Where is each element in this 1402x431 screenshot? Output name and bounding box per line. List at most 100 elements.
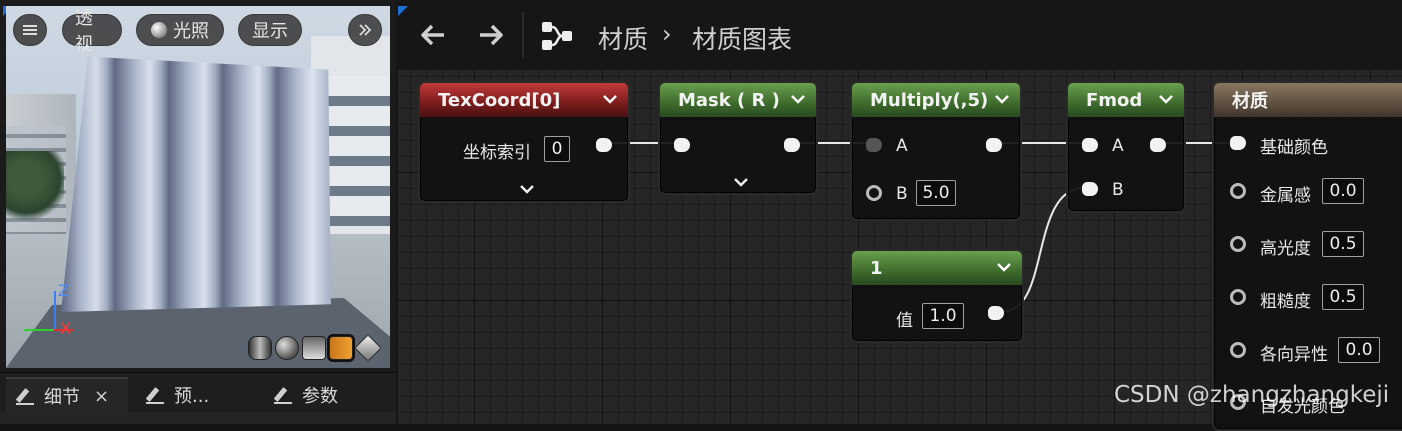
tab-parameters[interactable]: 参数 (264, 377, 384, 413)
specular-input-pin[interactable] (1230, 236, 1246, 252)
tab-details-label: 细节 (44, 387, 80, 408)
fmod-input-a-pin[interactable] (1082, 138, 1098, 152)
fmod-input-b-pin[interactable] (1082, 182, 1098, 196)
preview-mesh-selector[interactable] (248, 334, 382, 362)
node-material-result[interactable]: 材质 基础颜色 金属感 0.0 高光度 0.5 粗糙度 0.5 各向异性 0.0… (1212, 81, 1402, 431)
multiply-b-value-input[interactable]: 5.0 (916, 180, 956, 206)
node-fmod[interactable]: Fmod A B (1066, 81, 1186, 213)
anisotropy-label: 各向异性 (1260, 345, 1328, 365)
multiply-input-a-pin[interactable] (866, 138, 882, 152)
edit-pencil-icon (146, 386, 166, 404)
mask-output-pin[interactable] (784, 138, 800, 152)
graph-corner-marker (398, 6, 408, 16)
forward-button[interactable] (476, 20, 506, 50)
coordinate-index-input[interactable]: 0 (544, 136, 570, 162)
coordinate-index-label: 坐标索引 (463, 143, 531, 163)
node-multiply-title: Multiply(,5) (870, 89, 989, 111)
material-graph-icon (542, 22, 572, 50)
cylinder-preview-icon[interactable] (248, 336, 272, 360)
node-material-title: 材质 (1232, 91, 1268, 112)
viewport-more-button[interactable] (348, 14, 382, 46)
axis-x-label: X (60, 319, 71, 338)
axis-z-line (54, 291, 56, 331)
node-fmod-header[interactable]: Fmod (1068, 83, 1184, 117)
metallic-input-pin[interactable] (1230, 183, 1246, 199)
node-multiply-header[interactable]: Multiply(,5) (852, 83, 1020, 117)
watermark-text: CSDN @zhangzhangkeji (1114, 382, 1390, 408)
node-multiply[interactable]: Multiply(,5) A B 5.0 (850, 81, 1022, 221)
mask-input-pin[interactable] (674, 138, 690, 152)
perspective-button[interactable]: 透视 (62, 8, 122, 55)
chevron-down-icon[interactable] (996, 259, 1012, 275)
cube-preview-icon[interactable] (327, 334, 355, 362)
chevron-down-icon[interactable] (790, 91, 806, 107)
node-mask-header[interactable]: Mask ( R ) (660, 83, 816, 117)
breadcrumb-material-graph[interactable]: 材质图表 (692, 20, 792, 56)
tab-details[interactable]: 细节 × (6, 377, 128, 413)
node-texcoord[interactable]: TexCoord[0] 坐标索引 0 (418, 81, 630, 203)
fmod-pin-b-label: B (1112, 180, 1124, 200)
constant-value-input[interactable]: 1.0 (922, 303, 964, 329)
base-color-input-pin[interactable] (1230, 136, 1246, 150)
expand-chevron-icon[interactable] (733, 177, 749, 189)
custom-mesh-preview-icon[interactable] (354, 334, 382, 362)
sphere-preview-icon[interactable] (275, 336, 299, 360)
specular-value-input[interactable]: 0.5 (1322, 231, 1364, 257)
node-texcoord-header[interactable]: TexCoord[0] (420, 83, 628, 117)
arrow-left-icon (421, 24, 444, 46)
lit-label: 光照 (173, 21, 209, 42)
chevron-down-icon[interactable] (1158, 91, 1174, 107)
back-button[interactable] (418, 20, 448, 50)
double-chevron-right-icon (359, 24, 372, 36)
lit-sphere-icon (151, 22, 167, 38)
viewport-scene[interactable]: Z X (6, 6, 390, 368)
show-button[interactable]: 显示 (238, 14, 302, 46)
node-constant-header[interactable]: 1 (852, 251, 1022, 285)
breadcrumb-separator: › (662, 20, 672, 48)
base-color-label: 基础颜色 (1260, 138, 1328, 158)
fmod-output-pin[interactable] (1150, 138, 1166, 152)
multiply-output-pin[interactable] (986, 138, 1002, 152)
roughness-value-input[interactable]: 0.5 (1322, 284, 1364, 310)
node-texcoord-title: TexCoord[0] (438, 89, 561, 111)
metallic-label: 金属感 (1260, 186, 1311, 206)
anisotropy-value-input[interactable]: 0.0 (1338, 337, 1380, 363)
roughness-input-pin[interactable] (1230, 289, 1246, 305)
arrow-right-icon (480, 24, 503, 46)
multiply-pin-b-label: B (896, 184, 908, 204)
anisotropy-input-pin[interactable] (1230, 342, 1246, 358)
show-label: 显示 (252, 21, 288, 42)
toolbar-separator (522, 12, 524, 58)
expand-chevron-icon[interactable] (519, 184, 535, 196)
chevron-down-icon[interactable] (994, 91, 1010, 107)
tab-preview[interactable]: 预... (136, 377, 256, 413)
fmod-pin-a-label: A (1112, 136, 1124, 156)
background-tree (6, 151, 64, 221)
texcoord-output-pin[interactable] (596, 138, 612, 152)
tab-parameters-label: 参数 (302, 386, 338, 407)
node-material-header[interactable]: 材质 (1214, 83, 1402, 117)
node-fmod-title: Fmod (1086, 89, 1143, 111)
edit-pencil-icon (16, 387, 36, 405)
close-tab-button[interactable]: × (94, 386, 109, 407)
constant-output-pin[interactable] (988, 306, 1004, 320)
hamburger-icon (23, 25, 37, 35)
specular-label: 高光度 (1260, 239, 1311, 259)
node-mask[interactable]: Mask ( R ) (658, 81, 818, 195)
preview-mesh-striped-wall (61, 56, 331, 312)
edit-pencil-icon (274, 386, 294, 404)
multiply-pin-a-label: A (896, 136, 908, 156)
chevron-down-icon[interactable] (602, 91, 618, 107)
lit-mode-button[interactable]: 光照 (136, 14, 224, 46)
axis-z-label: Z (58, 281, 69, 300)
constant-value-label: 值 (896, 311, 913, 331)
metallic-value-input[interactable]: 0.0 (1322, 178, 1364, 204)
node-constant[interactable]: 1 值 1.0 (850, 249, 1024, 343)
viewport-menu-button[interactable] (13, 14, 47, 46)
material-preview-viewport[interactable]: Z X 透视 光照 显示 (0, 0, 396, 372)
roughness-label: 粗糙度 (1260, 292, 1311, 312)
multiply-input-b-pin[interactable] (866, 185, 882, 201)
node-mask-title: Mask ( R ) (678, 89, 780, 111)
plane-preview-icon[interactable] (302, 336, 326, 360)
breadcrumb-material[interactable]: 材质 (598, 20, 648, 56)
